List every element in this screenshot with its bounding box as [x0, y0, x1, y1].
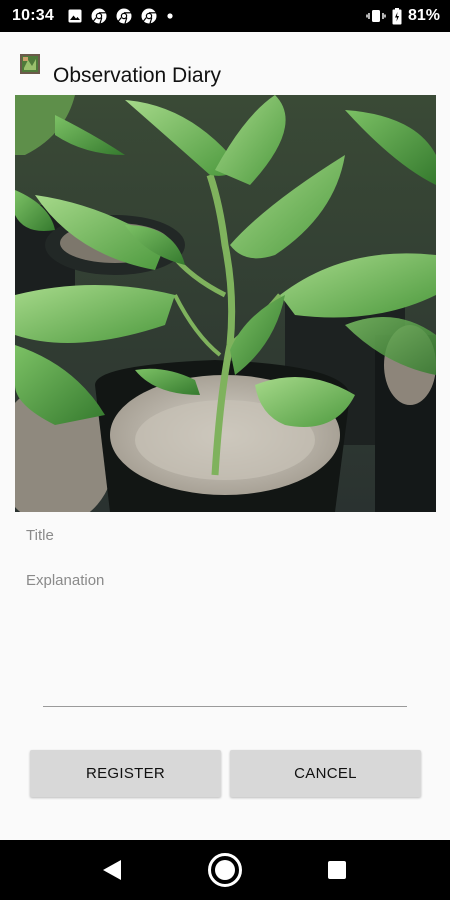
- battery-percent: 81%: [407, 7, 440, 24]
- app-bar: Observation Diary: [0, 32, 450, 94]
- back-icon[interactable]: [101, 859, 123, 881]
- navigation-bar: [0, 840, 450, 900]
- chrome-icon: [141, 8, 157, 24]
- dot-icon: [167, 13, 173, 19]
- notification-icons: [68, 8, 174, 24]
- explanation-input[interactable]: [26, 572, 406, 692]
- status-time: 10:34: [12, 7, 54, 24]
- system-status: 81%: [366, 7, 440, 25]
- image-icon: [68, 9, 82, 23]
- vibrate-icon: [366, 10, 386, 22]
- explanation-underline: [43, 706, 407, 707]
- register-button[interactable]: REGISTER: [30, 750, 221, 797]
- recents-icon[interactable]: [328, 861, 346, 879]
- chrome-icon: [91, 8, 107, 24]
- cancel-button[interactable]: CANCEL: [230, 750, 421, 797]
- app-title: Observation Diary: [53, 64, 222, 87]
- status-bar: 10:34 81%: [0, 0, 450, 32]
- chrome-icon: [116, 8, 132, 24]
- battery-icon: [392, 7, 402, 24]
- app-icon: [20, 54, 40, 74]
- title-input[interactable]: [26, 524, 416, 546]
- observation-photo: [15, 95, 436, 512]
- home-icon[interactable]: [207, 852, 243, 888]
